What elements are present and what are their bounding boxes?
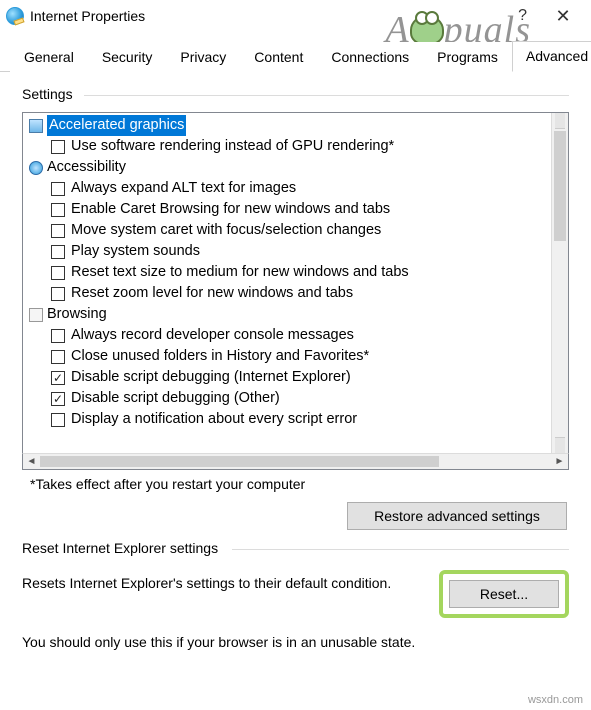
settings-label: Settings [22, 86, 569, 106]
close-button[interactable]: ✕ [543, 6, 583, 27]
tree-category[interactable]: Accelerated graphics [27, 115, 551, 136]
tree-category-label: Accelerated graphics [47, 115, 186, 136]
scroll-thumb[interactable] [40, 456, 439, 467]
checkbox-label: Enable Caret Browsing for new windows an… [71, 199, 390, 220]
checkbox-label: Move system caret with focus/selection c… [71, 220, 381, 241]
window-title: Internet Properties [30, 8, 145, 24]
tab-privacy[interactable]: Privacy [166, 42, 240, 72]
tree-checkbox-item[interactable]: Enable Caret Browsing for new windows an… [27, 199, 551, 220]
checkbox-label: Reset text size to medium for new window… [71, 262, 409, 283]
restore-advanced-button[interactable]: Restore advanced settings [347, 502, 567, 530]
checkbox[interactable] [51, 245, 65, 259]
tree-checkbox-item[interactable]: Reset text size to medium for new window… [27, 262, 551, 283]
footer-watermark: wsxdn.com [528, 694, 583, 706]
titlebar: Internet Properties ? ✕ [0, 0, 591, 32]
settings-group: Settings Accelerated graphicsUse softwar… [22, 86, 569, 530]
checkbox[interactable] [51, 140, 65, 154]
tab-general[interactable]: General [10, 42, 88, 72]
tab-content[interactable]: Content [240, 42, 317, 72]
scroll-thumb[interactable] [554, 131, 566, 241]
screen-icon [29, 119, 43, 133]
settings-tree-container: Accelerated graphicsUse software renderi… [22, 112, 569, 454]
tree-checkbox-item[interactable]: Disable script debugging (Other) [27, 388, 551, 409]
vertical-scrollbar[interactable] [551, 113, 568, 453]
checkbox-label: Disable script debugging (Internet Explo… [71, 367, 351, 388]
tab-security[interactable]: Security [88, 42, 167, 72]
scroll-left-icon[interactable]: ◄ [23, 454, 40, 469]
checkbox[interactable] [51, 182, 65, 196]
settings-tree[interactable]: Accelerated graphicsUse software renderi… [23, 113, 551, 453]
reset-group: Reset Internet Explorer settings Resets … [22, 540, 569, 650]
access-icon [29, 161, 43, 175]
tab-advanced[interactable]: Advanced [512, 41, 591, 72]
checkbox-label: Play system sounds [71, 241, 200, 262]
tree-category-label: Accessibility [47, 157, 126, 178]
tab-bar: GeneralSecurityPrivacyContentConnections… [0, 32, 591, 72]
checkbox[interactable] [51, 392, 65, 406]
tab-connections[interactable]: Connections [317, 42, 423, 72]
checkbox[interactable] [51, 287, 65, 301]
tree-checkbox-item[interactable]: Always expand ALT text for images [27, 178, 551, 199]
tree-category[interactable]: Accessibility [27, 157, 551, 178]
tree-checkbox-item[interactable]: Use software rendering instead of GPU re… [27, 136, 551, 157]
tree-checkbox-item[interactable]: Reset zoom level for new windows and tab… [27, 283, 551, 304]
tab-programs[interactable]: Programs [423, 42, 512, 72]
checkbox[interactable] [51, 371, 65, 385]
checkbox[interactable] [51, 350, 65, 364]
checkbox-label: Close unused folders in History and Favo… [71, 346, 369, 367]
checkbox-label: Disable script debugging (Other) [71, 388, 280, 409]
checkbox-label: Reset zoom level for new windows and tab… [71, 283, 353, 304]
checkbox[interactable] [51, 329, 65, 343]
checkbox[interactable] [51, 266, 65, 280]
checkbox-label: Display a notification about every scrip… [71, 409, 357, 430]
restart-note: *Takes effect after you restart your com… [22, 470, 569, 502]
checkbox[interactable] [51, 413, 65, 427]
checkbox-label: Always expand ALT text for images [71, 178, 296, 199]
scroll-right-icon[interactable]: ► [551, 454, 568, 469]
checkbox[interactable] [51, 224, 65, 238]
tree-checkbox-item[interactable]: Always record developer console messages [27, 325, 551, 346]
globe-icon [6, 7, 24, 25]
tree-checkbox-item[interactable]: Disable script debugging (Internet Explo… [27, 367, 551, 388]
reset-button[interactable]: Reset... [449, 580, 559, 608]
checkbox-label: Use software rendering instead of GPU re… [71, 136, 394, 157]
tree-category-label: Browsing [47, 304, 107, 325]
tree-checkbox-item[interactable]: Display a notification about every scrip… [27, 409, 551, 430]
browse-icon [29, 308, 43, 322]
tree-category[interactable]: Browsing [27, 304, 551, 325]
horizontal-scrollbar[interactable]: ◄ ► [22, 453, 569, 470]
checkbox[interactable] [51, 203, 65, 217]
tree-checkbox-item[interactable]: Close unused folders in History and Favo… [27, 346, 551, 367]
help-button[interactable]: ? [502, 7, 543, 25]
reset-warning: You should only use this if your browser… [22, 634, 569, 650]
tree-checkbox-item[interactable]: Play system sounds [27, 241, 551, 262]
reset-description: Resets Internet Explorer's settings to t… [22, 570, 429, 618]
reset-highlight: Reset... [439, 570, 569, 618]
tree-checkbox-item[interactable]: Move system caret with focus/selection c… [27, 220, 551, 241]
checkbox-label: Always record developer console messages [71, 325, 354, 346]
reset-label: Reset Internet Explorer settings [22, 540, 569, 560]
